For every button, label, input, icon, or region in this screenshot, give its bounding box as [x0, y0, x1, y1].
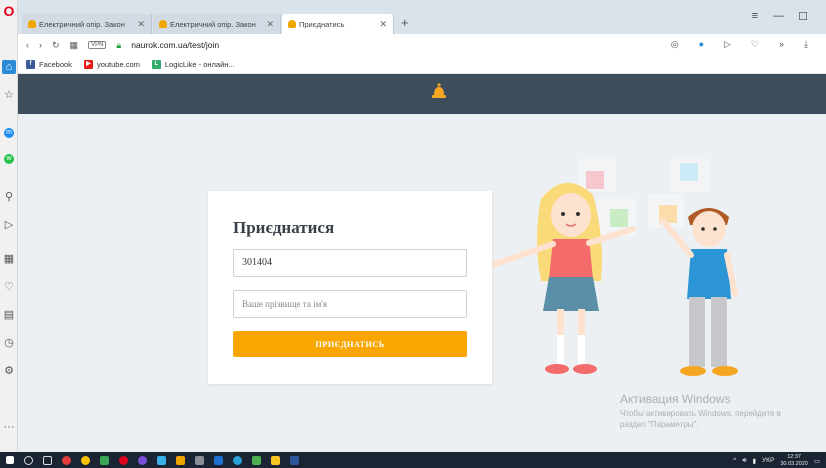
- calculator-icon[interactable]: [195, 455, 204, 465]
- vpn-badge[interactable]: VPN: [88, 41, 107, 49]
- close-tab-icon[interactable]: ✕: [373, 19, 387, 30]
- tab-menu-icon[interactable]: ≡: [752, 10, 758, 22]
- test-code-input[interactable]: 301404: [233, 249, 467, 277]
- tab-title: Електричний опір. Закон: [39, 19, 125, 29]
- bookmarks-bar: f Facebook ▶ youtube.com L LogicLike - о…: [18, 56, 826, 74]
- watermark-line-2: раздел "Параметры".: [620, 420, 699, 429]
- watermark-line-1: Чтобы активировать Windows, перейдите в: [620, 409, 781, 418]
- shield-icon[interactable]: ●: [699, 39, 704, 50]
- watermark-title: Активация Windows: [620, 392, 731, 406]
- settings-icon[interactable]: ⚙: [2, 364, 16, 378]
- clock[interactable]: 12:37 30.03.2020: [780, 454, 808, 467]
- tab-title: Приєднатись: [299, 19, 345, 29]
- join-button[interactable]: ПРИЄДНАТИСЬ: [233, 331, 467, 357]
- app-green-icon[interactable]: [100, 455, 109, 465]
- edge-icon[interactable]: [214, 455, 223, 465]
- close-tab-icon[interactable]: ✕: [260, 19, 274, 30]
- tab-strip: Електричний опір. Закон ✕ Електричний оп…: [18, 0, 826, 34]
- windows-activation-watermark: Активация Windows Чтобы активировать Win…: [620, 392, 781, 430]
- speed-dial-icon[interactable]: ▦: [2, 252, 16, 266]
- telegram-2-icon[interactable]: [233, 455, 242, 465]
- logiclike-icon: L: [151, 60, 161, 69]
- speed-dial-icon[interactable]: ▦: [70, 40, 79, 51]
- new-tab-button[interactable]: +: [401, 15, 409, 30]
- url-field[interactable]: naurok.com.ua/test/join: [131, 40, 219, 50]
- file-explorer-icon[interactable]: [271, 455, 280, 465]
- news-icon[interactable]: ▤: [2, 308, 16, 322]
- minimize-button[interactable]: —: [773, 10, 784, 22]
- facebook-icon: f: [26, 60, 35, 69]
- network-icon[interactable]: ▮: [752, 457, 756, 465]
- naurok-favicon-icon: [159, 20, 167, 28]
- opera-logo-icon[interactable]: O: [2, 4, 16, 18]
- bookmark-label: LogicLike - онлайн...: [164, 60, 235, 69]
- viber-icon[interactable]: [138, 455, 147, 465]
- telegram-icon[interactable]: [157, 455, 166, 465]
- language-indicator[interactable]: УКР: [762, 457, 774, 464]
- bookmark-label: Facebook: [39, 60, 72, 69]
- chrome-icon[interactable]: [81, 455, 90, 465]
- download-icon[interactable]: ⤓: [804, 39, 808, 50]
- windows-taskbar: ^ 🔊︎ ▮ УКР 12:37 30.03.2020 ▭: [0, 452, 826, 468]
- join-heading: Приєднатися: [233, 218, 335, 237]
- more-chevron-icon[interactable]: »: [779, 39, 784, 50]
- tab-3-active[interactable]: Приєднатись ✕: [282, 14, 394, 34]
- whatsapp-icon[interactable]: w: [4, 154, 14, 164]
- tab-title: Електричний опір. Закон: [170, 19, 256, 29]
- clock-date: 30.03.2020: [780, 460, 808, 467]
- heart-icon[interactable]: ♡: [2, 280, 16, 294]
- kids-illustration: [492, 159, 738, 376]
- site-header: [18, 74, 826, 114]
- bookmark-label: youtube.com: [96, 60, 140, 69]
- naurok-bell-logo-icon[interactable]: [431, 83, 447, 101]
- bookmark-facebook[interactable]: f Facebook: [26, 60, 72, 69]
- forward-icon[interactable]: ›: [39, 40, 42, 50]
- photos-icon[interactable]: [252, 455, 261, 465]
- bookmark-youtube[interactable]: ▶ youtube.com: [83, 60, 140, 69]
- bookmark-logiclike[interactable]: L LogicLike - онлайн...: [151, 60, 235, 69]
- flow-send-icon[interactable]: ▷: [724, 39, 731, 50]
- more-icon[interactable]: ···: [2, 420, 16, 434]
- maximize-button[interactable]: ☐: [798, 10, 808, 23]
- full-name-input[interactable]: Ваше прізвище та ім'я: [233, 290, 467, 318]
- tab-1[interactable]: Електричний опір. Закон ✕: [22, 14, 152, 34]
- bookmark-heart-icon[interactable]: ♡: [751, 39, 759, 50]
- search-icon[interactable]: [24, 455, 33, 465]
- opera-icon[interactable]: [119, 455, 128, 465]
- youtube-icon: ▶: [83, 60, 93, 69]
- star-icon[interactable]: ☆: [2, 88, 16, 102]
- task-view-icon[interactable]: [43, 455, 52, 465]
- search-icon[interactable]: ⚲: [2, 190, 16, 204]
- naurok-favicon-icon: [28, 20, 36, 28]
- camera-icon[interactable]: ◎: [671, 39, 679, 50]
- opera-sidebar: O ⌂ ☆ m w ⚲ ▷ ▦ ♡ ▤ ◷ ⚙ ···: [0, 0, 18, 452]
- store-icon[interactable]: [176, 455, 185, 465]
- close-tab-icon[interactable]: ✕: [131, 19, 145, 30]
- address-bar: ‹ › ↻ ▦ VPN 🔒︎ naurok.com.ua/test/join ◎…: [18, 34, 826, 56]
- page-content: Приєднатися 301404 Ваше прізвище та ім'я…: [18, 74, 826, 452]
- volume-icon[interactable]: 🔊︎: [742, 457, 746, 465]
- back-icon[interactable]: ‹: [26, 40, 29, 50]
- flow-icon[interactable]: ▷: [2, 218, 16, 232]
- naurok-favicon-icon: [288, 20, 296, 28]
- reload-icon[interactable]: ↻: [52, 40, 60, 51]
- join-card: Приєднатися 301404 Ваше прізвище та ім'я…: [208, 191, 492, 384]
- notifications-icon[interactable]: ▭: [814, 457, 820, 465]
- messenger-icon[interactable]: m: [4, 128, 14, 138]
- yandex-icon[interactable]: [62, 455, 71, 465]
- tray-up-icon[interactable]: ^: [733, 457, 736, 464]
- system-tray: ^ 🔊︎ ▮ УКР 12:37 30.03.2020 ▭: [733, 454, 820, 467]
- start-icon[interactable]: [6, 456, 14, 464]
- lock-icon: 🔒︎: [116, 39, 122, 50]
- tab-2[interactable]: Електричний опір. Закон ✕: [153, 14, 281, 34]
- home-icon[interactable]: ⌂: [2, 60, 16, 74]
- word-icon[interactable]: [290, 455, 299, 465]
- address-actions: ◎ ● ▷ ♡ » ⤓: [671, 39, 818, 50]
- history-icon[interactable]: ◷: [2, 336, 16, 350]
